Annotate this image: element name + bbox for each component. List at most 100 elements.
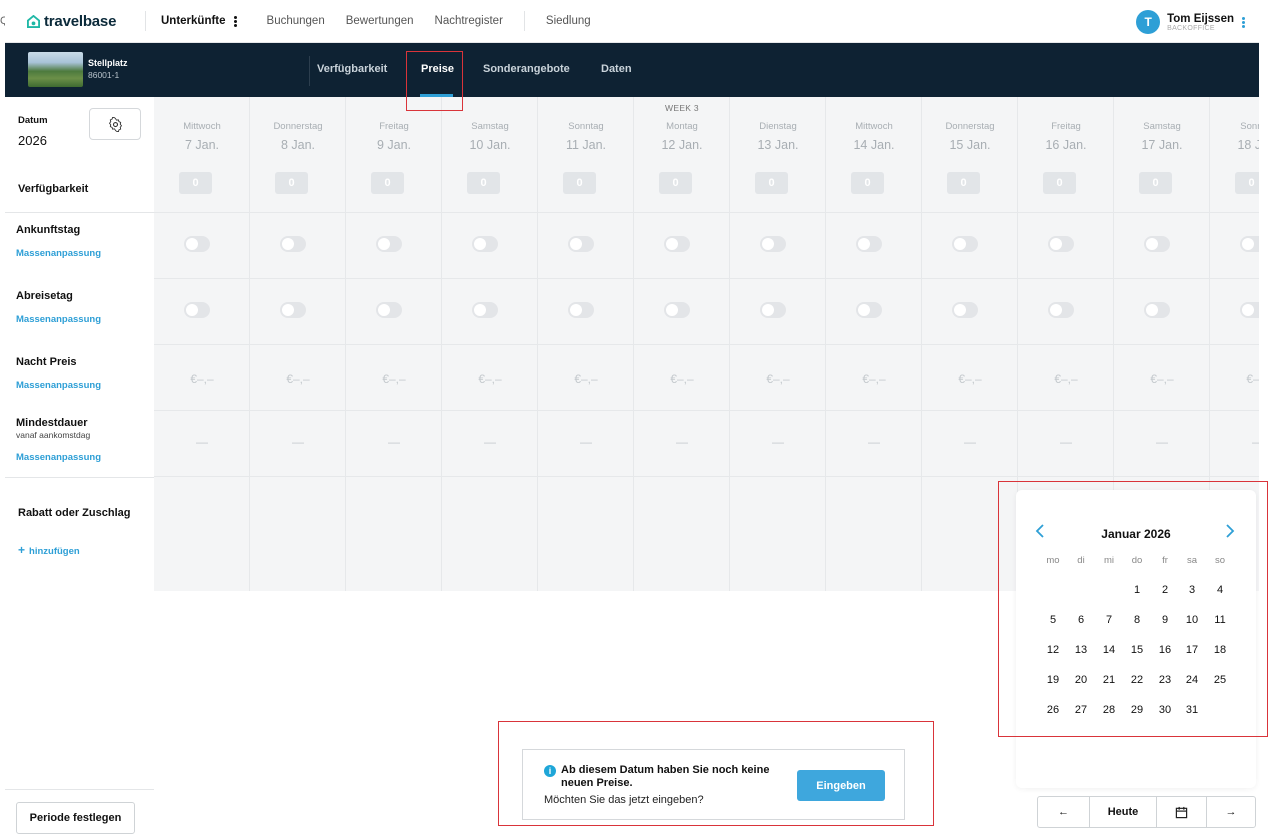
calendar-day[interactable]: 24 <box>1178 670 1206 690</box>
arrival-toggle[interactable] <box>1048 236 1074 252</box>
min-stay-cell[interactable]: — <box>1210 435 1259 449</box>
arrival-toggle[interactable] <box>760 236 786 252</box>
min-stay-cell[interactable]: — <box>634 435 730 449</box>
calendar-day[interactable]: 28 <box>1095 700 1123 720</box>
calendar-day[interactable]: 21 <box>1095 670 1123 690</box>
user-menu[interactable]: T Tom Eijssen BACKOFFICE <box>1136 10 1245 34</box>
abreisetag-massenanpassung-link[interactable]: Massenanpassung <box>16 314 101 325</box>
availability-badge[interactable]: 0 <box>275 172 308 194</box>
calendar-day[interactable]: 29 <box>1123 700 1151 720</box>
night-price-cell[interactable]: €–,– <box>1018 372 1114 386</box>
settings-button[interactable] <box>89 108 141 140</box>
next-month-icon[interactable] <box>1225 523 1235 541</box>
arrival-toggle[interactable] <box>1240 236 1259 252</box>
availability-badge[interactable]: 0 <box>659 172 692 194</box>
arrival-toggle[interactable] <box>376 236 402 252</box>
availability-badge[interactable]: 0 <box>179 172 212 194</box>
calendar-day[interactable]: 2 <box>1151 580 1179 600</box>
mindestdauer-massenanpassung-link[interactable]: Massenanpassung <box>16 452 101 463</box>
arrival-toggle[interactable] <box>568 236 594 252</box>
calendar-day[interactable]: 5 <box>1039 610 1067 630</box>
min-stay-cell[interactable]: — <box>826 435 922 449</box>
night-price-cell[interactable]: €–,– <box>730 372 826 386</box>
next-period-button[interactable]: → <box>1207 797 1255 827</box>
calendar-day[interactable]: 7 <box>1095 610 1123 630</box>
night-price-cell[interactable]: €–,– <box>442 372 538 386</box>
departure-toggle[interactable] <box>472 302 498 318</box>
calendar-day[interactable]: 14 <box>1095 640 1123 660</box>
calendar-day[interactable]: 11 <box>1206 610 1234 630</box>
availability-badge[interactable]: 0 <box>755 172 788 194</box>
add-rabatt-link[interactable]: + hinzufügen <box>18 543 80 557</box>
departure-toggle[interactable] <box>760 302 786 318</box>
min-stay-cell[interactable]: — <box>730 435 826 449</box>
calendar-day[interactable]: 10 <box>1178 610 1206 630</box>
calendar-day[interactable]: 17 <box>1178 640 1206 660</box>
ankunftstag-massenanpassung-link[interactable]: Massenanpassung <box>16 248 101 259</box>
periode-festlegen-button[interactable]: Periode festlegen <box>16 802 135 834</box>
min-stay-cell[interactable]: — <box>346 435 442 449</box>
calendar-day[interactable]: 13 <box>1067 640 1095 660</box>
night-price-cell[interactable]: €–,– <box>922 372 1018 386</box>
departure-toggle[interactable] <box>184 302 210 318</box>
calendar-day[interactable]: 15 <box>1123 640 1151 660</box>
tab-daten[interactable]: Daten <box>601 63 632 75</box>
calendar-day[interactable]: 4 <box>1206 580 1234 600</box>
arrival-toggle[interactable] <box>1144 236 1170 252</box>
min-stay-cell[interactable]: — <box>250 435 346 449</box>
availability-badge[interactable]: 0 <box>467 172 500 194</box>
min-stay-cell[interactable]: — <box>538 435 634 449</box>
calendar-day[interactable]: 12 <box>1039 640 1067 660</box>
min-stay-cell[interactable]: — <box>442 435 538 449</box>
min-stay-cell[interactable]: — <box>922 435 1018 449</box>
more-icon[interactable] <box>233 15 237 27</box>
calendar-day[interactable]: 19 <box>1039 670 1067 690</box>
departure-toggle[interactable] <box>664 302 690 318</box>
calendar-day[interactable]: 3 <box>1178 580 1206 600</box>
arrival-toggle[interactable] <box>952 236 978 252</box>
nav-siedlung[interactable]: Siedlung <box>546 15 591 27</box>
eingeben-button[interactable]: Eingeben <box>797 770 885 801</box>
departure-toggle[interactable] <box>856 302 882 318</box>
availability-badge[interactable]: 0 <box>1235 172 1259 194</box>
nav-bewertungen[interactable]: Bewertungen <box>346 15 414 27</box>
calendar-day[interactable]: 23 <box>1151 670 1179 690</box>
arrival-toggle[interactable] <box>472 236 498 252</box>
calendar-day[interactable]: 25 <box>1206 670 1234 690</box>
departure-toggle[interactable] <box>952 302 978 318</box>
min-stay-cell[interactable]: — <box>1018 435 1114 449</box>
calendar-day[interactable]: 20 <box>1067 670 1095 690</box>
year-value[interactable]: 2026 <box>18 133 47 148</box>
departure-toggle[interactable] <box>568 302 594 318</box>
calendar-day[interactable]: 1 <box>1123 580 1151 600</box>
night-price-cell[interactable]: €–,– <box>634 372 730 386</box>
nav-buchungen[interactable]: Buchungen <box>267 15 325 27</box>
avatar[interactable]: T <box>1136 10 1161 34</box>
availability-badge[interactable]: 0 <box>1139 172 1172 194</box>
night-price-cell[interactable]: €–,– <box>1114 372 1210 386</box>
arrival-toggle[interactable] <box>856 236 882 252</box>
nacht-preis-massenanpassung-link[interactable]: Massenanpassung <box>16 380 101 391</box>
min-stay-cell[interactable]: — <box>154 435 250 449</box>
calendar-day[interactable]: 26 <box>1039 700 1067 720</box>
min-stay-cell[interactable]: — <box>1114 435 1210 449</box>
arrival-toggle[interactable] <box>280 236 306 252</box>
availability-badge[interactable]: 0 <box>947 172 980 194</box>
tab-sonderangebote[interactable]: Sonderangebote <box>483 63 570 75</box>
nav-nachtregister[interactable]: Nachtregister <box>435 15 503 27</box>
logo[interactable]: travelbase <box>27 13 145 30</box>
today-button[interactable]: Heute <box>1090 797 1157 827</box>
calendar-day[interactable]: 9 <box>1151 610 1179 630</box>
availability-badge[interactable]: 0 <box>1043 172 1076 194</box>
calendar-day[interactable]: 30 <box>1151 700 1179 720</box>
arrival-toggle[interactable] <box>184 236 210 252</box>
calendar-day[interactable]: 27 <box>1067 700 1095 720</box>
calendar-day[interactable]: 8 <box>1123 610 1151 630</box>
availability-badge[interactable]: 0 <box>851 172 884 194</box>
calendar-day[interactable]: 31 <box>1178 700 1206 720</box>
arrival-toggle[interactable] <box>664 236 690 252</box>
night-price-cell[interactable]: €–,– <box>154 372 250 386</box>
departure-toggle[interactable] <box>280 302 306 318</box>
night-price-cell[interactable]: €–,– <box>538 372 634 386</box>
nav-unterkuenfte[interactable]: Unterkünfte <box>161 15 237 27</box>
